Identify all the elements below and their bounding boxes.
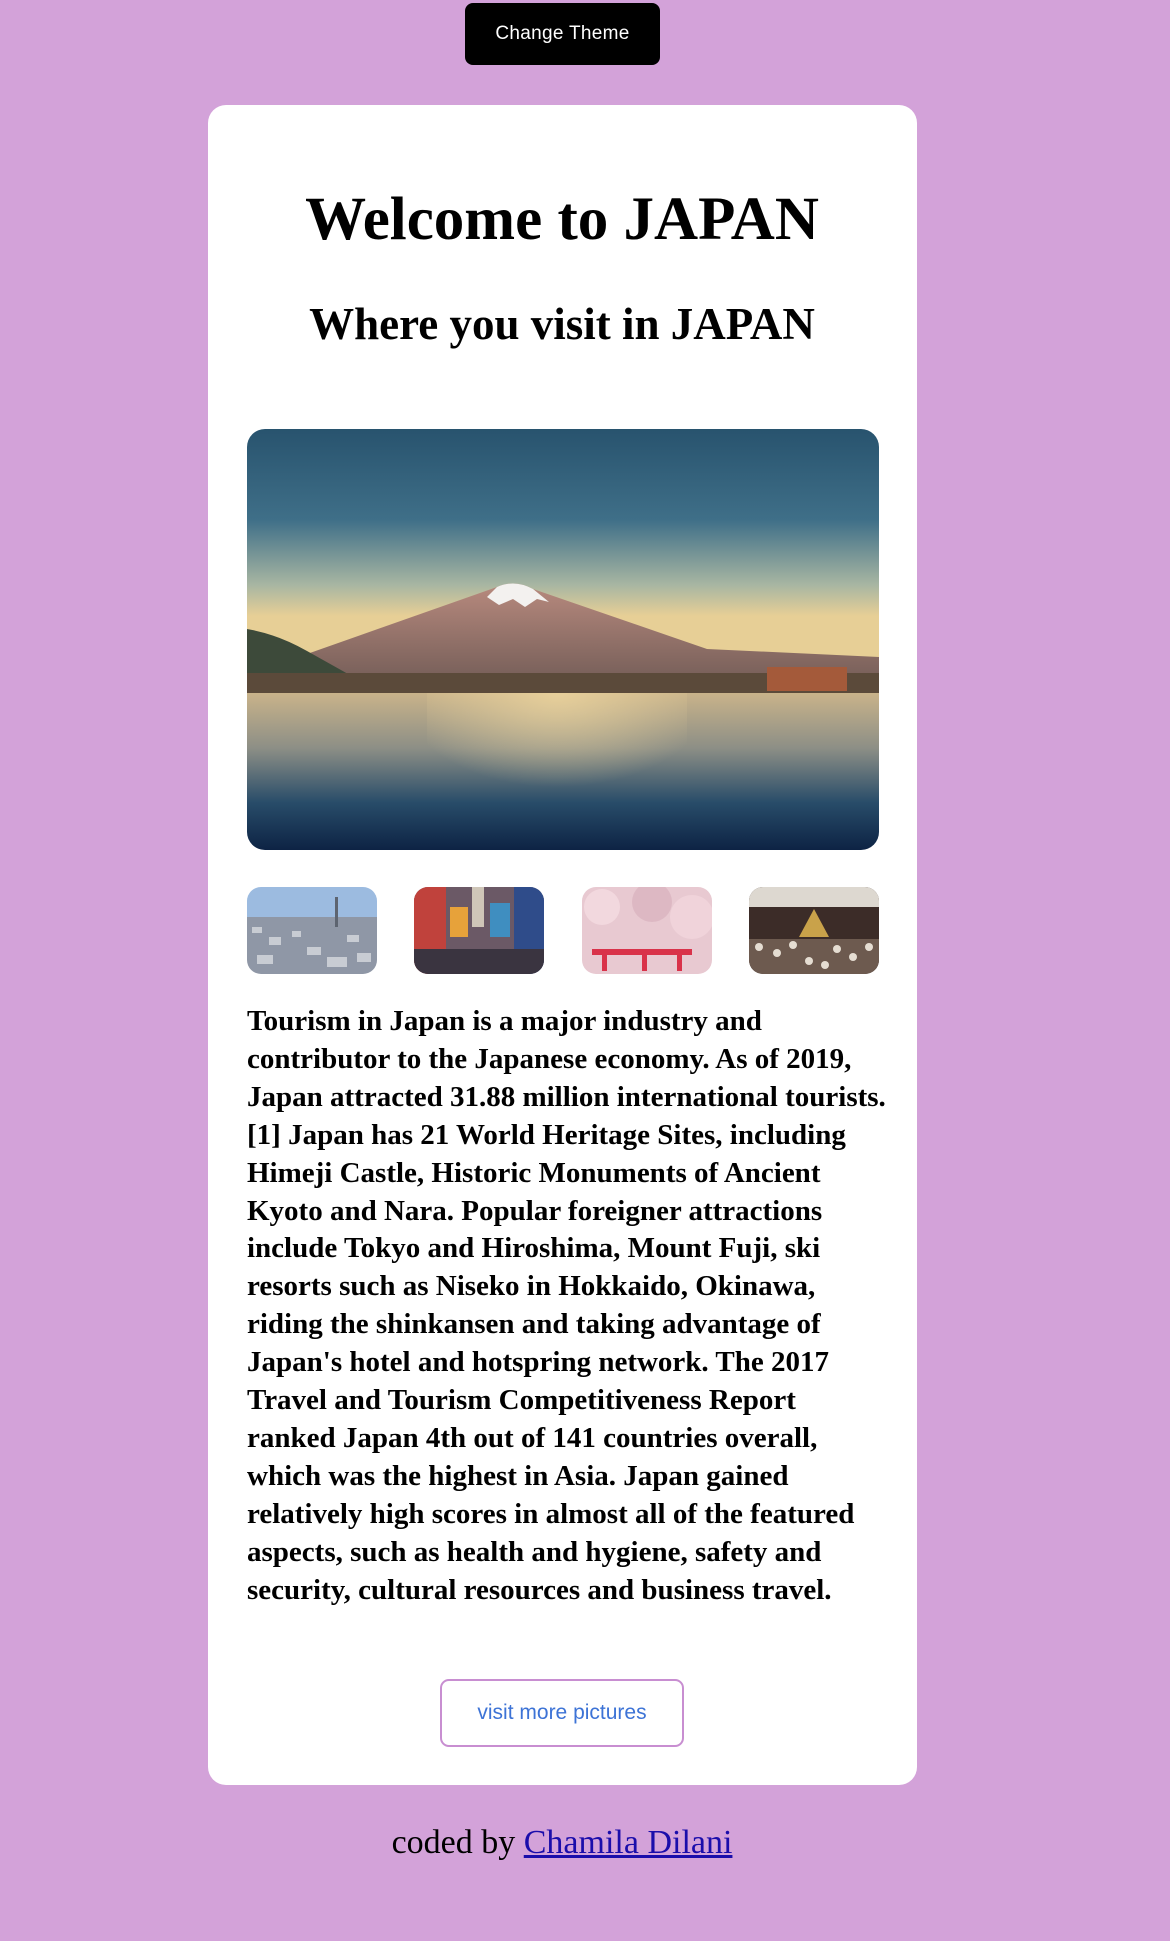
change-theme-button[interactable]: Change Theme: [465, 3, 660, 65]
thumbnail-festival[interactable]: [749, 887, 879, 974]
page-subtitle: Where you visit in JAPAN: [309, 299, 815, 349]
thumbnail-tokyo[interactable]: [247, 887, 377, 974]
tourism-description: Tourism in Japan is a major industry and…: [247, 1005, 886, 1606]
thumbnail-cherry-blossom[interactable]: [582, 887, 712, 974]
thumbnail-osaka[interactable]: [414, 887, 544, 974]
hero-image: [247, 429, 879, 850]
footer-credit: coded by Chamila Dilani: [0, 1820, 1124, 1866]
page-title: Welcome to JAPAN: [305, 186, 819, 253]
visit-more-pictures-button[interactable]: visit more pictures: [440, 1679, 684, 1747]
footer-prefix: coded by: [391, 1824, 516, 1861]
author-link[interactable]: Chamila Dilani: [524, 1824, 733, 1861]
